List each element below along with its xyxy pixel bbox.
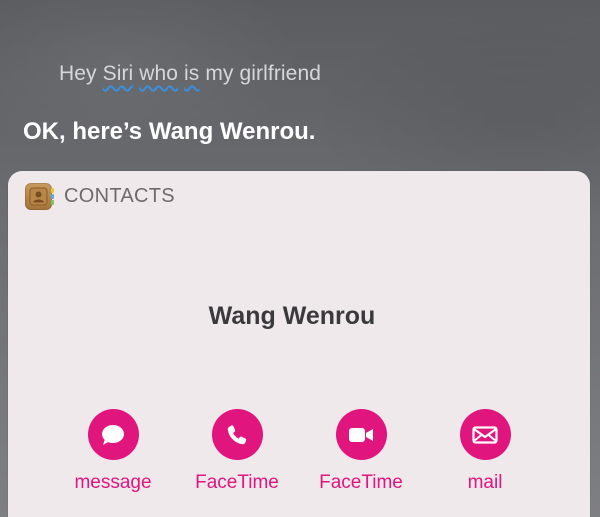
query-word-misspelled: who xyxy=(139,62,179,85)
query-word-misspelled: Siri xyxy=(102,62,134,85)
query-word: Hey xyxy=(59,62,97,85)
query-word: girlfriend xyxy=(239,62,322,85)
message-bubble-icon xyxy=(87,409,139,460)
contacts-book-icon xyxy=(25,183,54,210)
action-label: FaceTime xyxy=(319,472,403,493)
message-button[interactable]: message xyxy=(58,409,168,494)
contact-actions: message FaceTime FaceTime mail xyxy=(0,409,600,509)
contact-name[interactable]: Wang Wenrou xyxy=(0,302,592,331)
action-label: mail xyxy=(467,472,503,493)
query-word-misspelled: is xyxy=(184,62,200,85)
mail-button[interactable]: mail xyxy=(430,409,540,494)
envelope-icon xyxy=(459,409,511,460)
card-title: CONTACTS xyxy=(64,185,175,207)
facetime-video-button[interactable]: FaceTime xyxy=(306,409,416,494)
action-label: message xyxy=(74,472,152,493)
phone-icon xyxy=(211,409,263,460)
query-word: my xyxy=(205,62,234,85)
video-camera-icon xyxy=(335,409,387,460)
siri-query-text: Hey Siri who is my girlfriend xyxy=(59,62,321,86)
action-label: FaceTime xyxy=(195,472,279,493)
siri-response-text: OK, here’s Wang Wenrou. xyxy=(23,118,316,145)
facetime-audio-button[interactable]: FaceTime xyxy=(182,409,292,494)
card-header: CONTACTS xyxy=(25,183,175,210)
